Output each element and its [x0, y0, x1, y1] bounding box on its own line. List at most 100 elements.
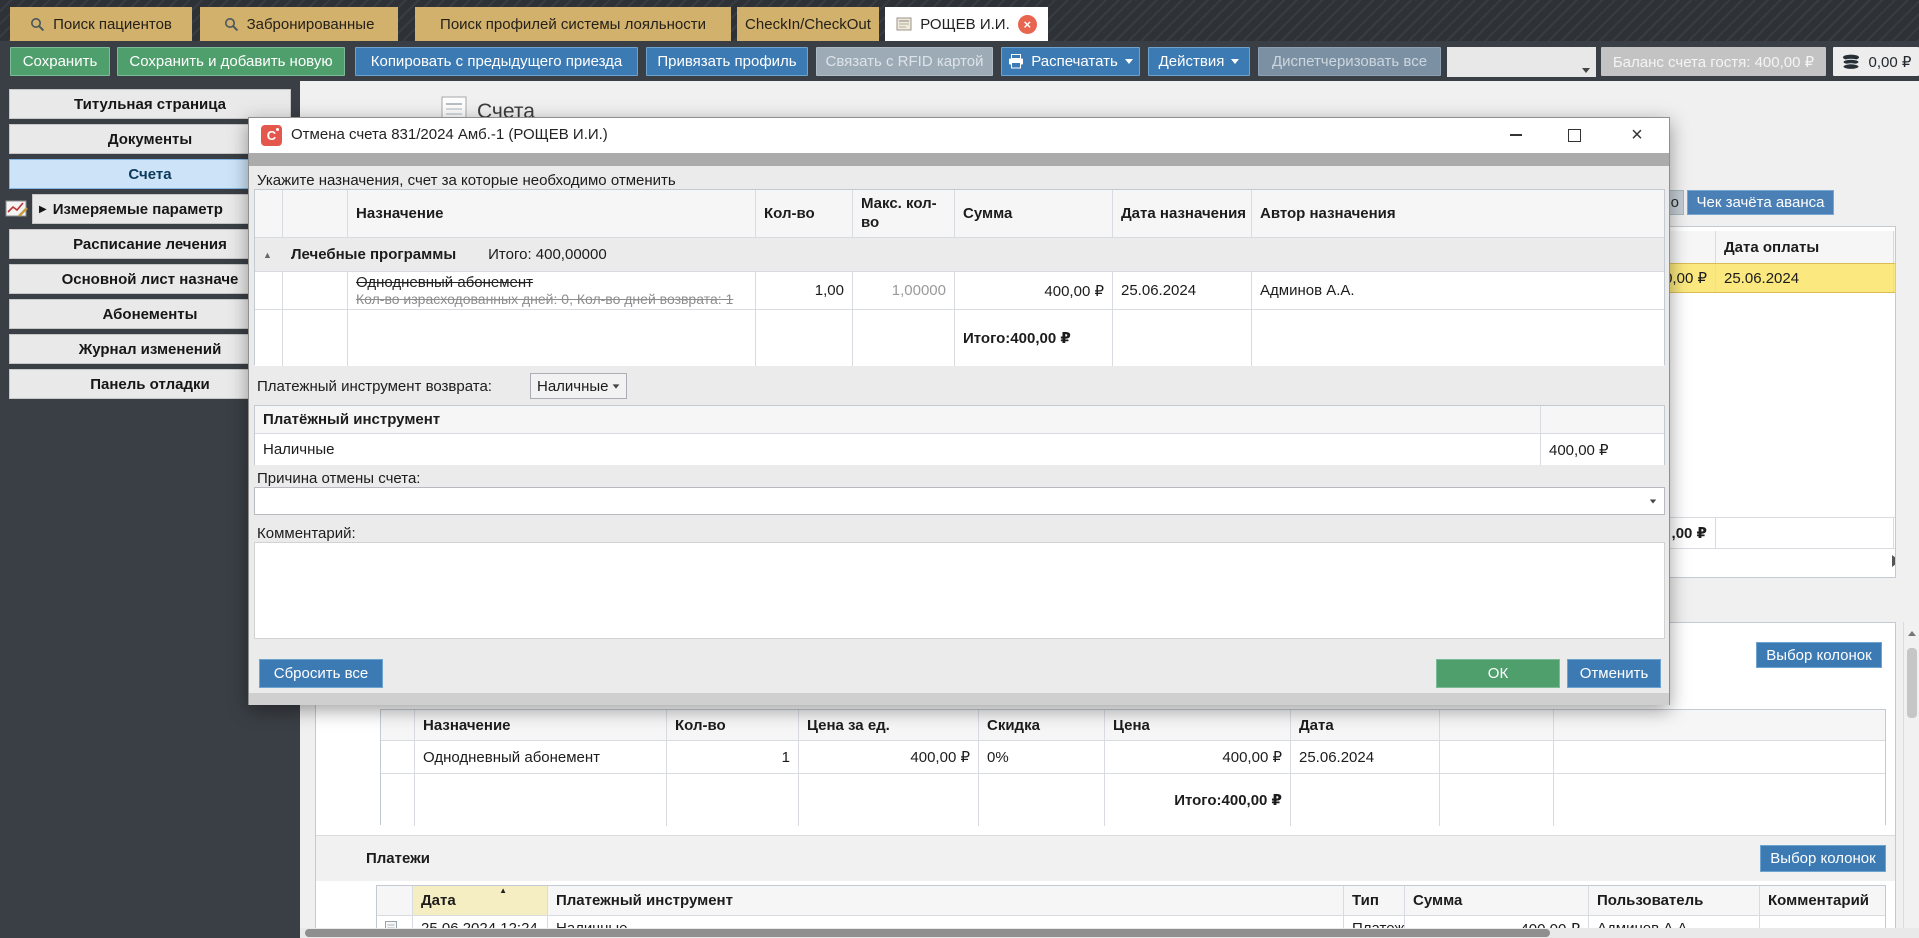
- sidebar-item-label: Расписание лечения: [73, 236, 227, 253]
- table-header-row: Назначение Кол-во Цена за ед. Скидка Цен…: [381, 710, 1885, 741]
- cancel-reason-combobox[interactable]: [254, 487, 1665, 515]
- button-label: Привязать профиль: [657, 53, 796, 70]
- chevron-down-icon: [1650, 500, 1656, 504]
- cancel-button[interactable]: Отменить: [1567, 659, 1661, 688]
- tab-patient-roshchev[interactable]: РОЩЕВ И.И. ×: [885, 7, 1048, 41]
- button-label: Отменить: [1580, 665, 1649, 682]
- header-cell-instrument[interactable]: Платёжный инструмент: [255, 406, 1541, 433]
- header-cell-price[interactable]: Цена: [1105, 710, 1291, 740]
- button-label: Действия: [1159, 53, 1225, 70]
- tab-label: РОЩЕВ И.И.: [920, 16, 1009, 33]
- header-cell-empty: [377, 886, 413, 915]
- vertical-scrollbar[interactable]: [1903, 622, 1919, 938]
- horizontal-scrollbar[interactable]: [300, 928, 1919, 938]
- close-icon[interactable]: ×: [1625, 124, 1649, 146]
- header-cell-sum[interactable]: Сумма: [955, 190, 1113, 237]
- invoice-item-row[interactable]: Однодневный абонемент 1 400,00 ₽ 0% 400,…: [381, 741, 1885, 774]
- actions-button[interactable]: Действия: [1148, 47, 1250, 76]
- tab-patient-search[interactable]: Поиск пациентов: [10, 7, 192, 41]
- column-label: Автор назначения: [1260, 205, 1396, 222]
- header-cell-instrument[interactable]: Платежный инструмент: [548, 886, 1344, 915]
- triangle-right-icon: ▶: [39, 204, 47, 215]
- amount-value-clipped: 0,00 ₽: [1664, 269, 1707, 287]
- chevron-up-icon[interactable]: [1908, 631, 1916, 636]
- header-cell-date-sorted[interactable]: Дата ▲: [413, 886, 548, 915]
- sidebar-item-title-page[interactable]: Титульная страница: [9, 89, 291, 119]
- cell-empty: [381, 774, 415, 826]
- refund-instrument-select[interactable]: Наличные: [530, 373, 627, 399]
- dialog-prompt: Укажите назначения, счет за которые необ…: [257, 172, 676, 189]
- cell-qty: 1: [667, 741, 799, 773]
- cell-qty: 1,00: [756, 272, 853, 309]
- column-chooser-button[interactable]: Выбор колонок: [1760, 845, 1886, 872]
- dialog-bottom-strip: [249, 693, 1669, 705]
- header-cell-name[interactable]: Назначение: [415, 710, 667, 740]
- header-cell-user[interactable]: Пользователь: [1589, 886, 1760, 915]
- tab-loyalty-profiles[interactable]: Поиск профилей системы лояльности: [415, 7, 731, 41]
- arrow-right-icon[interactable]: [1892, 555, 1896, 567]
- ok-button[interactable]: ОК: [1436, 659, 1560, 688]
- bind-profile-button[interactable]: Привязать профиль: [646, 47, 808, 76]
- sidebar-item-label: Счета: [128, 166, 171, 183]
- header-cell-qty[interactable]: Кол-во: [756, 190, 853, 237]
- scrollbar-thumb[interactable]: [305, 929, 1550, 937]
- main-toolbar: Сохранить Сохранить и добавить новую Коп…: [0, 41, 1919, 81]
- instrument-row[interactable]: Наличные 400,00 ₽: [255, 434, 1664, 465]
- header-cell-author[interactable]: Автор назначения: [1252, 190, 1664, 237]
- minimize-icon[interactable]: [1504, 124, 1528, 146]
- dialog-title-bar[interactable]: С Отмена счета 831/2024 Амб.-1 (РОЩЕВ И.…: [249, 118, 1669, 153]
- column-label: Комментарий: [1768, 892, 1869, 909]
- header-cell-max-qty[interactable]: Макс. кол-во: [853, 190, 955, 237]
- tab-label: CheckIn/CheckOut: [745, 16, 871, 33]
- table-footer-row: Итого:400,00 ₽: [255, 310, 1664, 366]
- header-cell-comment[interactable]: Комментарий: [1760, 886, 1885, 915]
- button-label: Выбор колонок: [1770, 850, 1875, 867]
- tab-checkin-checkout[interactable]: CheckIn/CheckOut: [737, 7, 879, 41]
- cash-total-button[interactable]: 0,00 ₽: [1833, 47, 1919, 76]
- cell-name: Однодневный абонемент Кол-во израсходова…: [348, 272, 756, 309]
- header-cell-discount[interactable]: Скидка: [979, 710, 1105, 740]
- header-cell-pay-date[interactable]: Дата оплаты: [1716, 231, 1894, 263]
- cell-empty: [1440, 774, 1554, 826]
- app-window: Поиск пациентов Забронированные Поиск пр…: [0, 0, 1919, 938]
- header-cell-type[interactable]: Тип: [1344, 886, 1405, 915]
- reset-all-button[interactable]: Сбросить все: [259, 659, 383, 688]
- header-cell-date[interactable]: Дата: [1291, 710, 1440, 740]
- header-cell-sum[interactable]: Сумма: [1405, 886, 1589, 915]
- prescription-row[interactable]: Однодневный абонемент Кол-во израсходова…: [255, 272, 1664, 310]
- save-and-add-button[interactable]: Сохранить и добавить новую: [117, 47, 345, 76]
- header-cell-unit-price[interactable]: Цена за ед.: [799, 710, 979, 740]
- dialog-title: Отмена счета 831/2024 Амб.-1 (РОЩЕВ И.И.…: [291, 126, 608, 143]
- header-cell-date[interactable]: Дата назначения: [1113, 190, 1252, 237]
- table-header-row: Дата ▲ Платежный инструмент Тип Сумма По…: [377, 886, 1885, 916]
- column-chooser-button[interactable]: Выбор колонок: [1756, 642, 1882, 668]
- copy-previous-visit-button[interactable]: Копировать с предыдущего приезда: [355, 47, 638, 76]
- header-cell-empty: [1554, 710, 1885, 740]
- comment-textarea[interactable]: [254, 542, 1665, 639]
- cell-checkbox[interactable]: [283, 272, 348, 309]
- top-tab-bar: Поиск пациентов Забронированные Поиск пр…: [0, 0, 1919, 41]
- button-label: ОК: [1488, 665, 1508, 682]
- cancel-invoice-dialog: С Отмена счета 831/2024 Амб.-1 (РОЩЕВ И.…: [248, 117, 1670, 705]
- advance-offset-check-button[interactable]: Чек зачёта аванса: [1687, 190, 1834, 215]
- save-button[interactable]: Сохранить: [10, 47, 110, 76]
- header-cell-name[interactable]: Назначение: [348, 190, 756, 237]
- search-icon: [224, 17, 239, 32]
- cell-empty: [799, 774, 979, 826]
- footer-empty-cell: [1894, 518, 1896, 548]
- header-cell-qty[interactable]: Кол-во: [667, 710, 799, 740]
- chevron-down-icon[interactable]: [1582, 68, 1590, 73]
- cell-pay-date: 25.06.2024: [1716, 264, 1894, 292]
- scrollbar-thumb[interactable]: [1907, 648, 1917, 718]
- tab-booked[interactable]: Забронированные: [200, 7, 398, 41]
- header-cell-checkbox: [283, 190, 348, 237]
- cell-unit-price: 400,00 ₽: [799, 741, 979, 773]
- header-cell-author[interactable]: С: [1894, 231, 1896, 263]
- button-label: Распечатать: [1031, 53, 1118, 70]
- triangle-up-icon[interactable]: ▲: [255, 238, 283, 271]
- group-row-treatment-programs[interactable]: ▲ Лечебные программы Итого: 400,00000: [255, 238, 1664, 272]
- maximize-icon[interactable]: [1562, 124, 1586, 146]
- print-button[interactable]: Распечатать: [1001, 47, 1140, 76]
- printer-icon: [1008, 54, 1024, 69]
- close-icon[interactable]: ×: [1018, 15, 1037, 34]
